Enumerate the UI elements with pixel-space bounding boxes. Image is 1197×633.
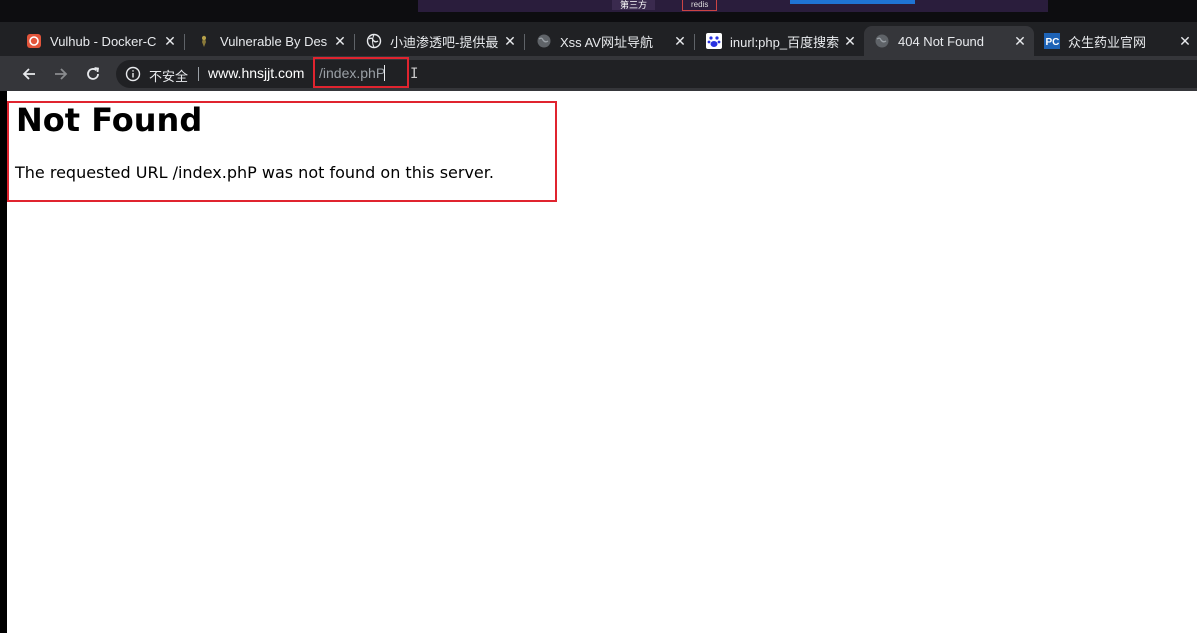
tab-title: 404 Not Found bbox=[898, 33, 985, 49]
tab-vulhub[interactable]: Vulhub - Docker-C ✕ bbox=[16, 26, 185, 56]
banner-tag: 第三方 bbox=[612, 0, 656, 10]
tab-xss-av[interactable]: Xss AV网址导航 ✕ bbox=[526, 26, 695, 56]
tab-bar: Vulhub - Docker-C ✕ Vulnerable By Des ✕ … bbox=[0, 22, 1197, 56]
tab-xiaodi[interactable]: 小迪渗透吧-提供最 ✕ bbox=[356, 26, 525, 56]
background-banner bbox=[418, 0, 1048, 12]
tab-404-not-found[interactable]: 404 Not Found ✕ bbox=[864, 26, 1034, 56]
globe-icon bbox=[874, 33, 890, 49]
reload-icon bbox=[87, 67, 100, 80]
tab-separator bbox=[354, 34, 355, 50]
tab-title: 小迪渗透吧-提供最 bbox=[390, 34, 498, 50]
browser-toolbar: 不安全 www.hnsjjt.com /index.phP bbox=[0, 56, 1197, 91]
tab-title: Vulhub - Docker-C bbox=[50, 33, 157, 49]
page-heading: Not Found bbox=[16, 101, 203, 139]
tab-title: 众生药业官网 bbox=[1068, 34, 1147, 50]
close-icon[interactable]: ✕ bbox=[842, 33, 858, 49]
tab-title: Vulnerable By Des bbox=[220, 33, 328, 49]
vulhub-icon bbox=[26, 33, 42, 49]
tab-title: inurl:php_百度搜索 bbox=[730, 34, 840, 50]
forward-button[interactable] bbox=[50, 63, 72, 85]
arrow-left-icon bbox=[22, 68, 35, 80]
url-host[interactable]: www.hnsjjt.com bbox=[208, 65, 304, 81]
pc-logo-icon: PC bbox=[1044, 33, 1060, 49]
baidu-paw-icon bbox=[706, 33, 722, 49]
error-message: The requested URL /index.phP was not fou… bbox=[15, 163, 494, 182]
ibeam-cursor-icon: I bbox=[410, 66, 419, 82]
vulnhub-icon bbox=[196, 33, 212, 49]
close-icon[interactable]: ✕ bbox=[162, 33, 178, 49]
svg-text:PC: PC bbox=[1046, 37, 1060, 48]
divider bbox=[198, 67, 199, 81]
tab-separator bbox=[184, 34, 185, 50]
globe-icon bbox=[536, 33, 552, 49]
page-viewport: Not Found The requested URL /index.phP w… bbox=[7, 91, 1197, 633]
video-top-strip: 第三方 redis bbox=[0, 0, 1197, 22]
arrow-right-icon bbox=[55, 68, 68, 80]
info-icon[interactable] bbox=[125, 66, 141, 82]
reload-button[interactable] bbox=[82, 63, 104, 85]
url-highlight-box bbox=[313, 57, 409, 88]
tab-title: Xss AV网址导航 bbox=[560, 34, 653, 50]
address-bar[interactable]: 不安全 www.hnsjjt.com /index.phP bbox=[116, 60, 1197, 88]
close-icon[interactable]: ✕ bbox=[332, 33, 348, 49]
banner-blue-bar bbox=[790, 0, 915, 4]
tab-separator bbox=[524, 34, 525, 50]
tab-zhongsheng[interactable]: PC 众生药业官网 ✕ bbox=[1034, 26, 1197, 56]
close-icon[interactable]: ✕ bbox=[502, 33, 518, 49]
close-icon[interactable]: ✕ bbox=[1177, 33, 1193, 49]
globe-icon bbox=[366, 33, 382, 49]
tab-separator bbox=[694, 34, 695, 50]
tab-baidu[interactable]: inurl:php_百度搜索 ✕ bbox=[696, 26, 864, 56]
back-button[interactable] bbox=[18, 63, 40, 85]
close-icon[interactable]: ✕ bbox=[672, 33, 688, 49]
banner-tag-redis: redis bbox=[682, 0, 718, 11]
close-icon[interactable]: ✕ bbox=[1012, 33, 1028, 49]
tab-vulnhub[interactable]: Vulnerable By Des ✕ bbox=[186, 26, 355, 56]
left-border-strip bbox=[0, 91, 7, 633]
security-label[interactable]: 不安全 bbox=[149, 66, 188, 85]
